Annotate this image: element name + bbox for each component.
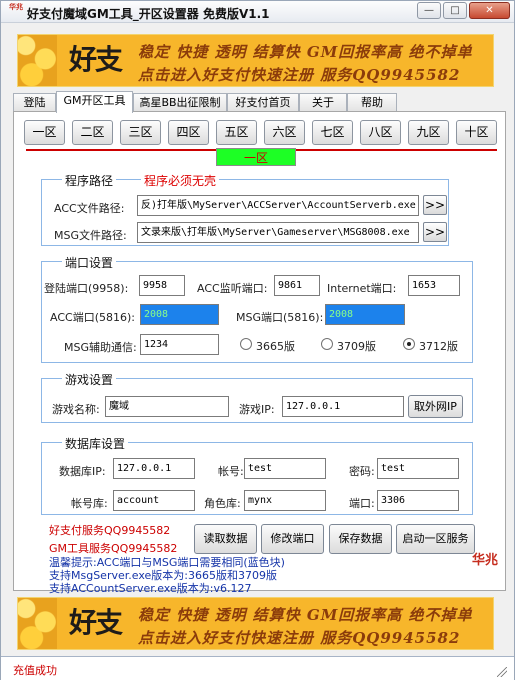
minimize-button[interactable]: — [417,2,441,19]
close-button[interactable]: ✕ [469,2,510,19]
coin-stack-image [18,35,57,86]
game-settings-title: 游戏设置 [62,371,117,388]
window-title: 好支付魔域GM工具_开区设置器 免费版V1.1 [27,7,270,21]
acc-path-browse-button[interactable]: >> [423,195,447,215]
version-radio-3712[interactable] [403,338,415,350]
db-ip-label: 数据库IP: [59,465,106,478]
bottom-coin-stack-image [18,598,57,649]
version-radio-3665[interactable] [240,338,252,350]
db-password-field[interactable]: test [377,458,459,479]
application-window: 华兆 好支付魔域GM工具_开区设置器 免费版V1.1 — □ ✕ 好支付 稳定 … [0,0,515,680]
main-panel: 一区 二区 三区 四区 五区 六区 七区 八区 九区 十区 一区 程序路径 程序… [13,111,506,595]
bottom-banner-register-link[interactable]: 点击进入好支付快速注册 服务QQ9945582 [138,627,493,648]
zone-button-1[interactable]: 一区 [24,120,65,145]
game-ip-label: 游戏IP: [239,403,275,416]
db-ip-field[interactable]: 127.0.0.1 [113,458,195,479]
db-port-field[interactable]: 3306 [377,490,459,511]
tab-gm-tool[interactable]: GM开区工具 [56,91,133,113]
read-data-button[interactable]: 读取数据 [194,524,257,554]
status-message: 充值成功 [13,664,57,677]
role-db-label: 角色库: [204,497,241,510]
db-account-field[interactable]: test [244,458,326,479]
banner-logo: 好支付 [60,38,130,82]
modify-port-button[interactable]: 修改端口 [261,524,324,554]
tab-about[interactable]: 关于 [299,93,347,112]
start-zone-service-button[interactable]: 启动一区服务 [396,524,475,554]
gm-service-qq: GM工具服务QQ9945582 [49,542,178,555]
program-path-title: 程序路径 [62,172,117,189]
banner-register-link[interactable]: 点击进入好支付快速注册 服务QQ9945582 [138,64,493,85]
top-banner[interactable]: 好支付 稳定 快捷 透明 结算快 GM回报率高 绝不掉单 点击进入好支付快速注册… [17,34,494,87]
program-path-warning: 程序必须无壳 [141,172,220,189]
version-label-3709: 3709版 [337,340,376,353]
zone-button-7[interactable]: 七区 [312,120,353,145]
game-settings-group: 游戏设置 游戏名称: 魔域 游戏IP: 127.0.0.1 取外网IP [41,371,473,423]
payment-service-qq: 好支付服务QQ9945582 [49,524,171,537]
msg-assist-label: MSG辅助通信: [64,341,137,354]
zone-button-9[interactable]: 九区 [408,120,449,145]
save-data-button[interactable]: 保存数据 [329,524,392,554]
acc-port-label: ACC端口(5816): [50,311,135,324]
role-db-field[interactable]: mynx [244,490,326,511]
zone-button-10[interactable]: 十区 [456,120,497,145]
db-password-label: 密码: [349,465,375,478]
msg-assist-field[interactable]: 1234 [140,334,219,355]
bottom-banner-logo: 好支付 [60,601,130,645]
program-path-group: 程序路径 程序必须无壳 ACC文件路径: 反)打年版\MyServer\ACCS… [41,172,449,246]
login-port-label: 登陆端口(9958): [44,282,129,295]
account-db-field[interactable]: account [113,490,195,511]
title-bar: 华兆 好支付魔域GM工具_开区设置器 免费版V1.1 — □ ✕ [1,1,514,23]
maximize-button[interactable]: □ [443,2,467,19]
zone-button-3[interactable]: 三区 [120,120,161,145]
acc-path-field[interactable]: 反)打年版\MyServer\ACCServer\AccountServerb.… [137,195,419,216]
zone-button-6[interactable]: 六区 [264,120,305,145]
zone-button-2[interactable]: 二区 [72,120,113,145]
msg-path-browse-button[interactable]: >> [423,222,447,242]
status-bar: 充值成功 [1,656,514,680]
tab-help[interactable]: 帮助 [347,93,397,112]
account-db-label: 帐号库: [71,497,108,510]
bottom-banner[interactable]: 好支付 稳定 快捷 透明 结算快 GM回报率高 绝不掉单 点击进入好支付快速注册… [17,597,494,650]
internet-port-label: Internet端口: [327,282,397,295]
app-icon: 华兆 [9,2,23,11]
port-settings-group: 端口设置 登陆端口(9958): 9958 ACC监听端口: 9861 Inte… [41,254,473,363]
acc-port-field[interactable]: 2008 [140,304,219,325]
msg-port-label: MSG端口(5816): [236,311,324,324]
zone-button-4[interactable]: 四区 [168,120,209,145]
msg-port-field[interactable]: 2008 [325,304,405,325]
zone-button-8[interactable]: 八区 [360,120,401,145]
version-label-3712: 3712版 [419,340,458,353]
version-label-3665: 3665版 [256,340,295,353]
db-port-label: 端口: [349,497,375,510]
external-ip-button[interactable]: 取外网IP [408,395,463,418]
tip-msg-version: 支持MsgServer.exe版本为:3665版和3709版 [49,569,277,582]
tab-login[interactable]: 登陆 [13,93,56,112]
game-name-field[interactable]: 魔域 [105,396,229,417]
acc-listen-port-label: ACC监听端口: [197,282,268,295]
database-settings-group: 数据库设置 数据库IP: 127.0.0.1 帐号: test 密码: test… [41,435,473,515]
acc-listen-port-field[interactable]: 9861 [274,275,320,296]
tab-bb-limit[interactable]: 高星BB出征限制 [133,93,227,112]
msg-path-field[interactable]: 文录来版\打年版\MyServer\Gameserver\MSG8008.exe [137,222,419,243]
login-port-field[interactable]: 9958 [139,275,185,296]
tab-strip: 登陆 GM开区工具 高星BB出征限制 好支付首页 关于 帮助 [13,91,506,113]
game-ip-field[interactable]: 127.0.0.1 [282,396,404,417]
zone-button-5[interactable]: 五区 [216,120,257,145]
current-zone-badge: 一区 [216,148,296,166]
banner-slogan: 稳定 快捷 透明 结算快 GM回报率高 绝不掉单 [138,43,473,61]
msg-path-label: MSG文件路径: [54,229,127,242]
db-account-label: 帐号: [218,465,244,478]
database-settings-title: 数据库设置 [62,435,129,452]
port-settings-title: 端口设置 [62,254,117,271]
tip-port-match: 温馨提示:ACC端口与MSG端口需要相同(蓝色块) [49,556,285,569]
tip-acc-version: 支持ACCountServer.exe版本为:v6.127 [49,582,252,595]
brand-logo: 华兆 [471,553,498,568]
bottom-banner-slogan: 稳定 快捷 透明 结算快 GM回报率高 绝不掉单 [138,606,473,624]
game-name-label: 游戏名称: [52,403,100,416]
resize-grip-icon[interactable] [497,667,507,677]
tab-homepage[interactable]: 好支付首页 [227,93,299,112]
acc-path-label: ACC文件路径: [54,202,125,215]
internet-port-field[interactable]: 1653 [408,275,460,296]
version-radio-3709[interactable] [321,338,333,350]
